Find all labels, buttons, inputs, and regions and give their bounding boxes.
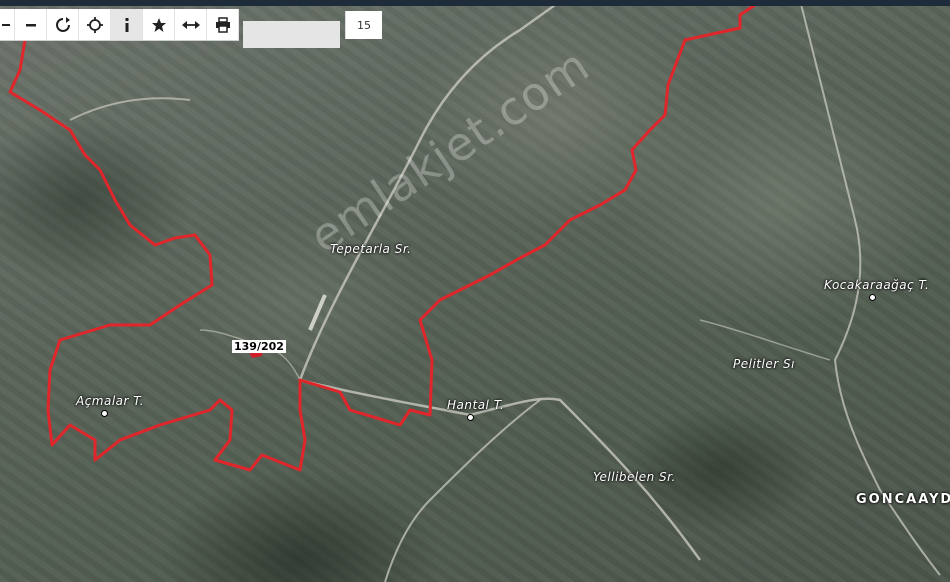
plus-icon[interactable] (0, 9, 15, 40)
place-label-tepetarla: Tepetarla Sr. (330, 242, 412, 256)
road (699, 319, 831, 361)
place-label-acmalar: Açmalar T. (76, 394, 145, 408)
print-button[interactable] (207, 9, 239, 40)
map-toolbar (0, 9, 239, 41)
place-label-goncaaydi: GONCAAYDI (856, 492, 950, 507)
favorite-button[interactable] (143, 9, 175, 40)
place-label-kocakaraagac: Kocakaraağaç T. (824, 278, 930, 292)
measure-button[interactable] (175, 9, 207, 40)
map-overlay (8, 0, 941, 582)
measure-arrow-icon (181, 20, 200, 29)
star-icon (151, 17, 166, 32)
search-input[interactable] (243, 21, 340, 48)
crosshair-icon (86, 16, 103, 33)
top-bar (0, 0, 950, 6)
peak-marker-icon (101, 410, 108, 417)
locate-button[interactable] (79, 9, 111, 40)
zoom-out-button[interactable] (15, 9, 47, 40)
place-label-yellibelen: Yellibelen Sr. (593, 470, 676, 484)
place-label-pelitler: Pelitler Sı (733, 357, 795, 371)
road (384, 399, 541, 582)
peak-marker-icon (869, 294, 876, 301)
info-button[interactable] (111, 9, 143, 40)
peak-marker-icon (467, 414, 474, 421)
info-icon (125, 17, 128, 32)
road (199, 329, 301, 381)
minus-icon (25, 23, 36, 26)
zoom-level: 15 (345, 11, 382, 39)
parcel-label[interactable]: 139/202 (232, 340, 286, 353)
road (69, 97, 191, 121)
refresh-button[interactable] (47, 9, 79, 40)
printer-icon (215, 16, 230, 33)
satellite-map[interactable]: emlakjet.com Tepetarla Sr. Kocakaraağaç … (0, 0, 950, 582)
refresh-icon (55, 16, 70, 32)
place-label-hantal: Hantal T. (447, 398, 505, 412)
